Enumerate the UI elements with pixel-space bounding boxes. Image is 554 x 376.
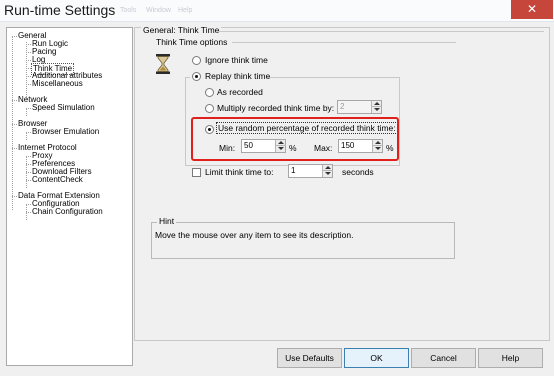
help-button[interactable]: Help xyxy=(478,348,543,368)
limit-spin-buttons[interactable] xyxy=(322,165,333,177)
hint-box xyxy=(151,222,455,259)
ignore-think-time-label[interactable]: Ignore think time xyxy=(205,55,268,65)
options-group-label: Think Time options xyxy=(156,37,228,47)
options-group-divider xyxy=(232,42,456,43)
limit-value: 1 xyxy=(291,166,296,175)
tree-connector xyxy=(26,132,31,133)
spin-down-icon xyxy=(325,172,331,175)
tree-item-browser-emulation[interactable]: Browser Emulation xyxy=(32,127,99,137)
window-title: Run-time Settings xyxy=(4,2,116,18)
highlight-box xyxy=(191,117,399,161)
limit-think-time-checkbox[interactable] xyxy=(192,168,201,177)
seconds-label: seconds xyxy=(342,167,374,177)
multiply-label[interactable]: Multiply recorded think time by: xyxy=(217,103,334,113)
spin-up-icon xyxy=(374,102,380,105)
spin-down-icon xyxy=(374,108,380,111)
cancel-button[interactable]: Cancel xyxy=(411,348,476,368)
tree-connector xyxy=(26,164,31,165)
limit-stepper[interactable]: 1 xyxy=(288,164,333,178)
tree-item-content-check[interactable]: ContentCheck xyxy=(32,175,83,185)
close-icon: ✕ xyxy=(526,2,538,16)
tree-connector xyxy=(12,196,17,197)
tree-connector xyxy=(12,148,17,149)
spin-divider xyxy=(323,170,333,171)
tree-connector xyxy=(26,212,31,213)
limit-think-time-label[interactable]: Limit think time to: xyxy=(205,167,274,177)
tree-connector xyxy=(12,36,17,37)
tree-connector xyxy=(12,36,13,210)
tree-item-miscellaneous[interactable]: Miscellaneous xyxy=(32,79,83,89)
tree-connector xyxy=(26,52,31,53)
settings-tree[interactable]: General Run Logic Pacing Log Think Time … xyxy=(6,27,133,366)
tree-connector xyxy=(26,133,27,140)
tree-item-speed-simulation[interactable]: Speed Simulation xyxy=(32,103,95,113)
spin-divider xyxy=(372,106,382,107)
tree-connector xyxy=(12,124,17,125)
menu-help[interactable]: Help xyxy=(178,7,192,14)
header-divider xyxy=(218,31,544,32)
spin-up-icon xyxy=(325,166,331,169)
tree-connector xyxy=(26,76,31,77)
tree-connector xyxy=(26,172,31,173)
tree-connector xyxy=(26,156,31,157)
tree-connector xyxy=(26,84,31,85)
tree-connector xyxy=(26,108,31,109)
multiply-value: 2 xyxy=(340,102,345,111)
multiply-stepper[interactable]: 2 xyxy=(337,100,382,114)
hourglass-icon xyxy=(156,54,170,74)
runtime-settings-window: Run-time Settings Tools Window Help ✕ Ge… xyxy=(0,0,554,376)
tree-connector xyxy=(26,180,31,181)
as-recorded-radio[interactable] xyxy=(205,88,214,97)
replay-think-time-label[interactable]: Replay think time xyxy=(205,71,270,81)
tree-connector xyxy=(26,60,31,61)
title-bar: Run-time Settings Tools Window Help ✕ xyxy=(0,0,554,22)
tree-connector xyxy=(26,204,31,205)
as-recorded-label[interactable]: As recorded xyxy=(217,87,263,97)
replay-think-time-radio[interactable] xyxy=(192,72,201,81)
panel-header: General: Think Time xyxy=(141,25,222,35)
tree-connector xyxy=(12,100,17,101)
ignore-think-time-radio[interactable] xyxy=(192,56,201,65)
menu-tools[interactable]: Tools xyxy=(120,7,136,14)
ok-button[interactable]: OK xyxy=(344,348,409,368)
close-button[interactable]: ✕ xyxy=(511,0,553,19)
multiply-radio[interactable] xyxy=(205,104,214,113)
tree-connector xyxy=(26,42,27,99)
tree-connector xyxy=(26,44,31,45)
menu-window[interactable]: Window xyxy=(146,7,171,14)
hint-label: Hint xyxy=(157,216,177,226)
hint-text: Move the mouse over any item to see its … xyxy=(155,230,354,240)
tree-item-chain-configuration[interactable]: Chain Configuration xyxy=(32,207,103,217)
multiply-spin-buttons[interactable] xyxy=(371,101,382,113)
tree-connector xyxy=(26,109,27,116)
use-defaults-button[interactable]: Use Defaults xyxy=(277,348,342,368)
